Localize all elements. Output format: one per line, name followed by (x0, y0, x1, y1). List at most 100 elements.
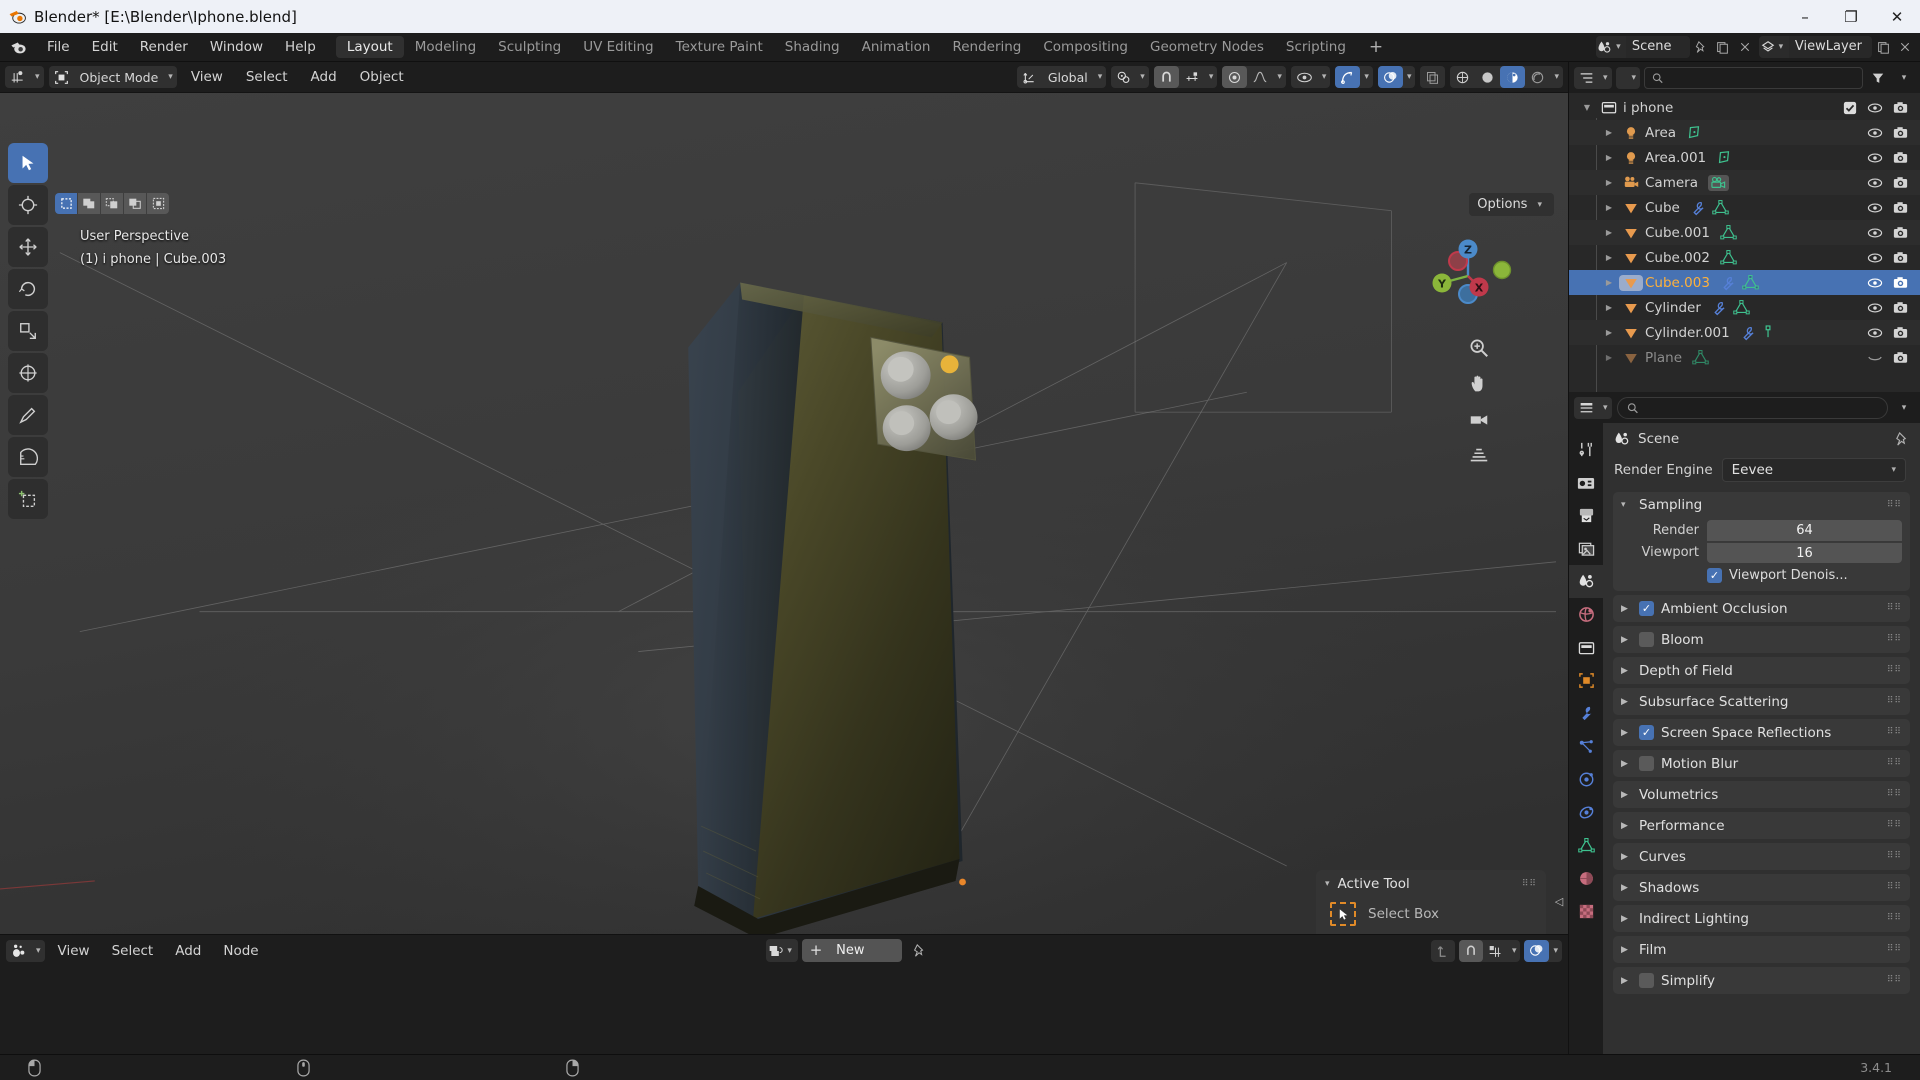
scene-selector[interactable]: ▾ Scene (1595, 36, 1690, 58)
outliner-row-camera[interactable]: ▶ Camera (1569, 170, 1920, 195)
light-data-icon[interactable] (1716, 150, 1732, 166)
tab-particles[interactable] (1569, 730, 1603, 763)
3d-viewport[interactable]: User Perspective (1) i phone | Cube.003 … (0, 93, 1568, 934)
outliner-search-input[interactable] (1644, 66, 1863, 89)
bloom-checkbox[interactable] (1639, 632, 1654, 647)
menu-render[interactable]: Render (129, 33, 199, 62)
render-samples-field[interactable]: 64 (1707, 520, 1902, 541)
tab-shading[interactable]: Shading (774, 36, 851, 58)
sampling-panel-header[interactable]: ▾ Sampling ⠿⠿ (1613, 492, 1910, 518)
panel-grip-icon[interactable]: ⠿⠿ (1887, 500, 1902, 509)
properties-search-field[interactable] (1643, 400, 1878, 415)
motion-blur-checkbox[interactable] (1639, 756, 1654, 771)
camera-render-icon[interactable] (1893, 201, 1908, 214)
modifier-icon[interactable] (1720, 275, 1736, 291)
viewport-options-button[interactable]: Options ▾ (1469, 193, 1554, 216)
section-indirect-lighting[interactable]: ▶ Indirect Lighting ⠿⠿ (1613, 905, 1910, 932)
snapping-controls[interactable]: ▾ (1153, 66, 1218, 88)
tab-tool[interactable] (1569, 433, 1603, 466)
section-volumetrics[interactable]: ▶ Volumetrics ⠿⠿ (1613, 781, 1910, 808)
tab-world[interactable] (1569, 598, 1603, 631)
navigation-gizmo[interactable]: Z Y X (1420, 228, 1516, 324)
tab-geometry-nodes[interactable]: Geometry Nodes (1139, 36, 1275, 58)
falloff-curve-icon[interactable] (1247, 66, 1273, 88)
gizmo-icon[interactable] (1335, 66, 1361, 88)
camera-render-icon[interactable] (1893, 101, 1908, 114)
outliner-row-cube-001[interactable]: ▶ Cube.001 (1569, 220, 1920, 245)
panel-grip-icon[interactable]: ⠿⠿ (1887, 790, 1902, 799)
camera-render-icon[interactable] (1893, 176, 1908, 189)
magnet-icon[interactable] (1153, 66, 1179, 88)
gizmo-toggle[interactable]: ▾ (1335, 66, 1373, 88)
outliner-tree[interactable]: ▼ i phone ▶ Area ▶ Area.001 ▶ Camera ▶ C… (1569, 93, 1920, 392)
ambient-occlusion-checkbox[interactable] (1639, 601, 1654, 616)
select-mode-invert-icon[interactable] (124, 193, 146, 214)
section-shadows[interactable]: ▶ Shadows ⠿⠿ (1613, 874, 1910, 901)
shader-node-canvas[interactable] (0, 966, 1568, 1054)
section-subsurface-scattering[interactable]: ▶ Subsurface Scattering ⠿⠿ (1613, 688, 1910, 715)
pin-icon[interactable] (1894, 431, 1909, 447)
camera-render-icon[interactable] (1893, 251, 1908, 264)
tab-object[interactable] (1569, 664, 1603, 697)
properties-search-input[interactable] (1616, 396, 1888, 419)
camera-render-icon[interactable] (1893, 276, 1908, 289)
menu-edit[interactable]: Edit (81, 33, 129, 62)
tab-material[interactable] (1569, 862, 1603, 895)
tab-scene[interactable] (1569, 565, 1603, 598)
eye-icon[interactable] (1867, 302, 1883, 314)
node-snapping-controls[interactable]: ▾ (1458, 939, 1521, 962)
camera-render-icon[interactable] (1893, 326, 1908, 339)
delete-scene-icon[interactable] (1734, 36, 1756, 58)
tab-modifiers[interactable] (1569, 697, 1603, 730)
disclosure-triangle-icon[interactable]: ▶ (1599, 278, 1619, 287)
tab-collection[interactable] (1569, 631, 1603, 664)
section-ambient-occlusion[interactable]: ▶ Ambient Occlusion ⠿⠿ (1613, 595, 1910, 622)
viewport-denoising-checkbox[interactable] (1707, 568, 1722, 583)
outliner-editor-type-selector[interactable]: ▾ (1574, 66, 1612, 89)
render-engine-select[interactable]: Eevee ▾ (1721, 458, 1906, 482)
viewport-menu-select[interactable]: Select (237, 66, 297, 88)
eye-icon[interactable] (1867, 202, 1883, 214)
outliner-row-cylinder[interactable]: ▶ Cylinder (1569, 295, 1920, 320)
outliner-row-cube-002[interactable]: ▶ Cube.002 (1569, 245, 1920, 270)
toggle-perspective-icon[interactable] (1464, 441, 1494, 471)
magnet-icon[interactable] (1458, 939, 1483, 962)
overlays-icon[interactable] (1377, 66, 1403, 88)
outliner-search-field[interactable] (1669, 70, 1855, 85)
mesh-data-icon[interactable] (1692, 349, 1709, 366)
rotate-tool-button[interactable] (8, 269, 48, 309)
node-snap-back-button[interactable] (1430, 939, 1455, 962)
scale-tool-button[interactable] (8, 311, 48, 351)
section-screen-space-reflections[interactable]: ▶ Screen Space Reflections ⠿⠿ (1613, 719, 1910, 746)
disclosure-triangle-icon[interactable]: ▶ (1599, 353, 1619, 362)
camera-view-icon[interactable] (1464, 405, 1494, 435)
panel-grip-icon[interactable]: ⠿⠿ (1887, 883, 1902, 892)
panel-grip-icon[interactable]: ⠿⠿ (1887, 976, 1902, 985)
tab-animation[interactable]: Animation (851, 36, 942, 58)
tab-texture-paint[interactable]: Texture Paint (665, 36, 774, 58)
filter-dropdown-icon[interactable]: ▾ (1893, 67, 1915, 89)
wireframe-shading-icon[interactable] (1450, 66, 1475, 88)
light-data-icon[interactable] (1686, 125, 1702, 141)
new-scene-icon[interactable] (1712, 36, 1734, 58)
add-workspace-button[interactable]: + (1357, 37, 1395, 57)
cursor-tool-button[interactable] (8, 185, 48, 225)
viewport-menu-object[interactable]: Object (351, 66, 413, 88)
viewport-menu-view[interactable]: View (182, 66, 232, 88)
transform-tool-button[interactable] (8, 353, 48, 393)
eye-icon[interactable] (1867, 327, 1883, 339)
annotate-tool-button[interactable] (8, 395, 48, 435)
tab-modeling[interactable]: Modeling (404, 36, 487, 58)
section-film[interactable]: ▶ Film ⠿⠿ (1613, 936, 1910, 963)
blender-menu-icon[interactable] (0, 39, 36, 56)
section-simplify[interactable]: ▶ Simplify ⠿⠿ (1613, 967, 1910, 994)
tab-layout[interactable]: Layout (335, 36, 404, 58)
camera-render-icon[interactable] (1893, 301, 1908, 314)
panel-grip-icon[interactable]: ⠿⠿ (1887, 728, 1902, 737)
disclosure-triangle-icon[interactable]: ▶ (1599, 203, 1619, 212)
outliner-row-collection[interactable]: ▼ i phone (1569, 95, 1920, 120)
rendered-shading-icon[interactable] (1525, 66, 1550, 88)
tab-data[interactable] (1569, 829, 1603, 862)
panel-grip-icon[interactable]: ⠿⠿ (1887, 697, 1902, 706)
panel-grip-icon[interactable]: ⠿⠿ (1887, 666, 1902, 675)
